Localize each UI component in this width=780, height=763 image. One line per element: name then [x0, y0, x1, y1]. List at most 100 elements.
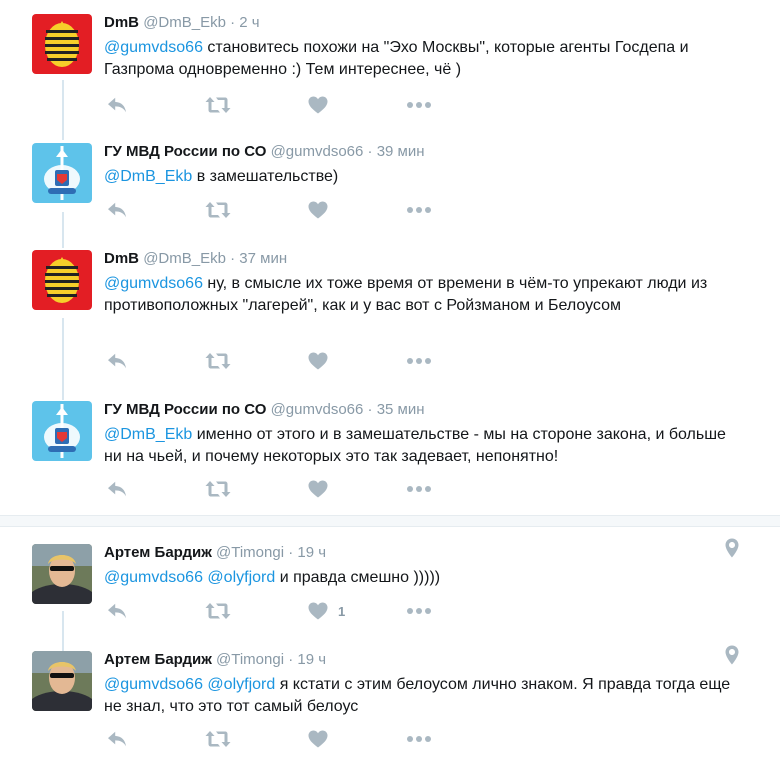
retweet-button[interactable] [205, 350, 231, 372]
location-pin-icon[interactable] [725, 538, 739, 563]
heart-icon [308, 730, 328, 748]
reply-button[interactable] [106, 478, 128, 500]
retweet-button[interactable] [205, 600, 231, 622]
location-pin-icon[interactable] [725, 645, 739, 670]
author-name[interactable]: Артем Бардиж [104, 544, 212, 561]
tweet-header: DmB @DmB_Ekb · 2 ч [104, 13, 260, 33]
more-button[interactable] [406, 350, 432, 372]
separator: · [367, 401, 373, 418]
tweet-text-content: и правда смешно ))))) [275, 569, 441, 586]
retweet-button[interactable] [205, 199, 231, 221]
timestamp[interactable]: 37 мин [239, 250, 287, 267]
tweet-text-content: именно от этого и в замешательстве - мы … [104, 426, 726, 465]
tweet-header: ГУ МВД России по СО @gumvdso66 · 35 мин [104, 400, 425, 420]
avatar[interactable] [32, 651, 92, 711]
user-photo-icon [32, 651, 92, 711]
more-icon [406, 357, 432, 365]
tweet-header: Артем Бардиж @Timongi · 19 ч [104, 650, 326, 670]
retweet-button[interactable] [205, 728, 231, 750]
mention-link[interactable]: @olyfjord [207, 569, 275, 586]
tweet-text: @gumvdso66 становитесь похожи на "Эхо Мо… [104, 37, 744, 81]
reply-button[interactable] [106, 199, 128, 221]
mention-link[interactable]: @DmB_Ekb [104, 168, 192, 185]
timestamp[interactable]: 35 мин [377, 401, 425, 418]
tweet-text: @DmB_Ekb именно от этого и в замешательс… [104, 424, 744, 468]
tweet-text: @gumvdso66 ну, в смысле их тоже время от… [104, 273, 744, 317]
timestamp[interactable]: 19 ч [297, 544, 326, 561]
reply-button[interactable] [106, 728, 128, 750]
retweet-button[interactable] [205, 94, 231, 116]
reply-button[interactable] [106, 350, 128, 372]
tweet-text-content: в замешательстве) [192, 168, 339, 185]
more-button[interactable] [406, 199, 432, 221]
author-handle[interactable]: @gumvdso66 [271, 143, 364, 160]
reply-icon [106, 730, 128, 748]
author-handle[interactable]: @Timongi [216, 651, 284, 668]
avatar[interactable] [32, 143, 92, 203]
author-handle[interactable]: @gumvdso66 [271, 401, 364, 418]
tweet-actions [104, 199, 444, 221]
reply-icon [106, 352, 128, 370]
avatar[interactable] [32, 544, 92, 604]
more-button[interactable] [406, 94, 432, 116]
more-icon [406, 607, 432, 615]
avatar[interactable] [32, 14, 92, 74]
tweet-header: Артем Бардиж @Timongi · 19 ч [104, 543, 326, 563]
thread-line [62, 611, 64, 651]
mention-link[interactable]: @gumvdso66 [104, 676, 203, 693]
reply-button[interactable] [106, 600, 128, 622]
retweet-icon [205, 602, 231, 620]
like-button[interactable] [308, 728, 328, 750]
police-emblem-icon [32, 401, 92, 461]
separator: · [367, 143, 373, 160]
author-handle[interactable]: @DmB_Ekb [143, 250, 226, 267]
separator: · [230, 14, 236, 31]
like-button[interactable] [308, 94, 328, 116]
heart-icon [308, 480, 328, 498]
author-name[interactable]: DmB [104, 250, 139, 267]
separator: · [230, 250, 236, 267]
more-button[interactable] [406, 478, 432, 500]
like-button[interactable] [308, 199, 328, 221]
like-count: 1 [338, 603, 346, 619]
heart-icon [308, 96, 328, 114]
reply-icon [106, 96, 128, 114]
more-icon [406, 485, 432, 493]
thread-line [62, 318, 64, 400]
retweet-button[interactable] [205, 478, 231, 500]
mention-link[interactable]: @gumvdso66 [104, 39, 203, 56]
conversation-divider [0, 515, 780, 527]
thread-line [62, 80, 64, 140]
timestamp[interactable]: 19 ч [297, 651, 326, 668]
like-button[interactable] [308, 478, 328, 500]
timestamp[interactable]: 2 ч [239, 14, 259, 31]
separator: · [288, 544, 294, 561]
author-handle[interactable]: @DmB_Ekb [143, 14, 226, 31]
mention-link[interactable]: @gumvdso66 [104, 569, 203, 586]
mention-link[interactable]: @olyfjord [207, 676, 275, 693]
tweet-actions [104, 728, 444, 750]
author-name[interactable]: DmB [104, 14, 139, 31]
author-name[interactable]: Артем Бардиж [104, 651, 212, 668]
reply-button[interactable] [106, 94, 128, 116]
author-handle[interactable]: @Timongi [216, 544, 284, 561]
avatar[interactable] [32, 401, 92, 461]
author-name[interactable]: ГУ МВД России по СО [104, 401, 266, 418]
dmb-logo-icon [32, 14, 92, 74]
author-name[interactable]: ГУ МВД России по СО [104, 143, 266, 160]
more-icon [406, 206, 432, 214]
mention-link[interactable]: @gumvdso66 [104, 275, 203, 292]
heart-icon [308, 352, 328, 370]
timestamp[interactable]: 39 мин [377, 143, 425, 160]
more-button[interactable] [406, 728, 432, 750]
reply-icon [106, 201, 128, 219]
tweet-header: ГУ МВД России по СО @gumvdso66 · 39 мин [104, 142, 425, 162]
like-button[interactable]: 1 [308, 600, 345, 622]
retweet-icon [205, 730, 231, 748]
more-button[interactable] [406, 600, 432, 622]
mention-link[interactable]: @DmB_Ekb [104, 426, 192, 443]
tweet-header: DmB @DmB_Ekb · 37 мин [104, 249, 287, 269]
like-button[interactable] [308, 350, 328, 372]
avatar[interactable] [32, 250, 92, 310]
more-icon [406, 101, 432, 109]
